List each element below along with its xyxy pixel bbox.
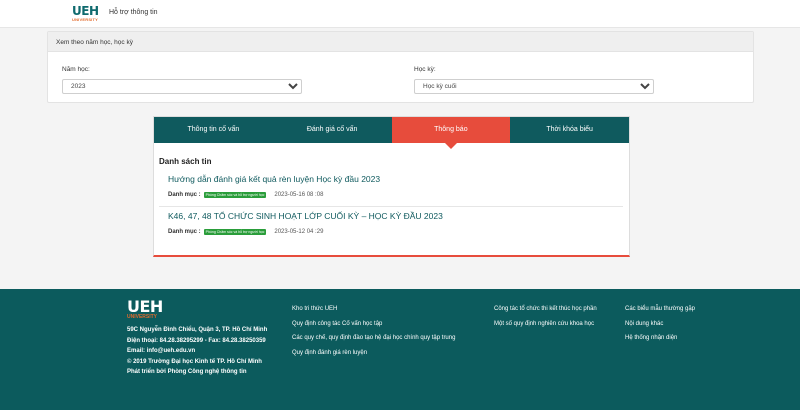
category-badge: Phòng Chăm sóc và hỗ trợ người học <box>203 192 267 198</box>
category-label: Danh mục : <box>168 229 201 235</box>
year-field: Năm học: 2023 <box>62 66 302 94</box>
tab-advisor-info[interactable]: Thông tin cố vấn <box>154 117 273 143</box>
footer-link[interactable]: Quy định đánh giá rèn luyện <box>292 346 455 361</box>
news-title-link[interactable]: K46, 47, 48 TỔ CHỨC SINH HOẠT LỚP CUỐI K… <box>168 211 611 221</box>
list-item: Hướng dẫn đánh giá kết quả rèn luyện Học… <box>168 174 611 198</box>
footer-links-col-1: Kho tri thức UEH Quy định công tác Cố vấ… <box>292 302 455 360</box>
footer-link[interactable]: Nội dung khác <box>625 317 695 332</box>
footer-logo: UEH UNIVERSITY <box>127 297 163 321</box>
tab-announcements[interactable]: Thông báo <box>391 117 511 149</box>
ueh-logo[interactable]: UEH UNIVERSITY <box>72 5 100 23</box>
footer-link[interactable]: Quy định công tác Cố vấn học tập <box>292 317 455 332</box>
news-date: 2023-05-16 08 :08 <box>274 192 324 198</box>
news-list-title: Danh sách tin <box>159 157 212 166</box>
tab-timetable[interactable]: Thời khóa biểu <box>510 117 629 143</box>
nav-link-info-support[interactable]: Hỗ trợ thông tin <box>109 9 158 16</box>
list-item: K46, 47, 48 TỔ CHỨC SINH HOẠT LỚP CUỐI K… <box>168 211 611 235</box>
tab-advisor-evaluation[interactable]: Đánh giá cố vấn <box>273 117 392 143</box>
footer-address: 59C Nguyễn Đình Chiểu, Quận 3, TP. Hồ Ch… <box>127 327 268 333</box>
footer-link[interactable]: Các biểu mẫu thường gặp <box>625 302 695 317</box>
logo-text: UEH <box>72 4 99 18</box>
semester-label: Học kỳ: <box>414 66 436 73</box>
footer-links-col-2: Công tác tổ chức thi kết thúc học phần M… <box>494 302 597 331</box>
footer-copyright: © 2019 Trường Đại học Kinh tế TP. Hồ Chí… <box>127 358 262 365</box>
footer-link[interactable]: Hệ thống nhận diện <box>625 331 695 346</box>
site-footer: UEH UNIVERSITY 59C Nguyễn Đình Chiểu, Qu… <box>0 289 800 410</box>
footer-email: Email: info@ueh.edu.vn <box>127 348 196 354</box>
category-badge: Phòng Chăm sóc và hỗ trợ người học <box>203 229 267 235</box>
footer-contact: 59C Nguyễn Đình Chiểu, Quận 3, TP. Hồ Ch… <box>127 325 267 378</box>
filter-panel: Xem theo năm học, học kỳ Năm học: 2023 H… <box>47 31 754 103</box>
year-label: Năm học: <box>62 66 90 73</box>
footer-link[interactable]: Các quy chế, quy định đào tạo hệ đại học… <box>292 331 455 346</box>
news-title-link[interactable]: Hướng dẫn đánh giá kết quả rèn luyện Học… <box>168 174 611 184</box>
footer-phone: Điện thoại: 84.28.38295299 - Fax: 84.28.… <box>127 337 266 344</box>
news-date: 2023-05-12 04 :29 <box>274 229 324 235</box>
footer-link[interactable]: Một số quy định nghiên cứu khoa học <box>494 317 597 332</box>
semester-select[interactable]: Học kỳ cuối <box>414 79 654 94</box>
footer-link[interactable]: Kho tri thức UEH <box>292 302 455 317</box>
news-meta: Danh mục : Phòng Chăm sóc và hỗ trợ ngườ… <box>168 192 611 198</box>
filter-heading: Xem theo năm học, học kỳ <box>48 32 753 52</box>
year-select[interactable]: 2023 <box>62 79 302 94</box>
news-meta: Danh mục : Phòng Chăm sóc và hỗ trợ ngườ… <box>168 229 611 235</box>
tab-bar: Thông tin cố vấn Đánh giá cố vấn Thông b… <box>154 117 629 149</box>
footer-links-col-3: Các biểu mẫu thường gặp Nội dung khác Hệ… <box>625 302 695 346</box>
top-header: UEH UNIVERSITY Hỗ trợ thông tin <box>0 0 800 28</box>
news-divider <box>159 206 623 207</box>
footer-logo-text: UEH <box>127 297 163 316</box>
category-label: Danh mục : <box>168 192 201 198</box>
footer-developer: Phát triển bởi Phòng Công nghệ thông tin <box>127 369 247 375</box>
semester-field: Học kỳ: Học kỳ cuối <box>414 66 654 94</box>
advisor-card: Thông tin cố vấn Đánh giá cố vấn Thông b… <box>153 116 630 257</box>
footer-link[interactable]: Công tác tổ chức thi kết thúc học phần <box>494 302 597 317</box>
logo-subtext: UNIVERSITY <box>72 17 99 22</box>
